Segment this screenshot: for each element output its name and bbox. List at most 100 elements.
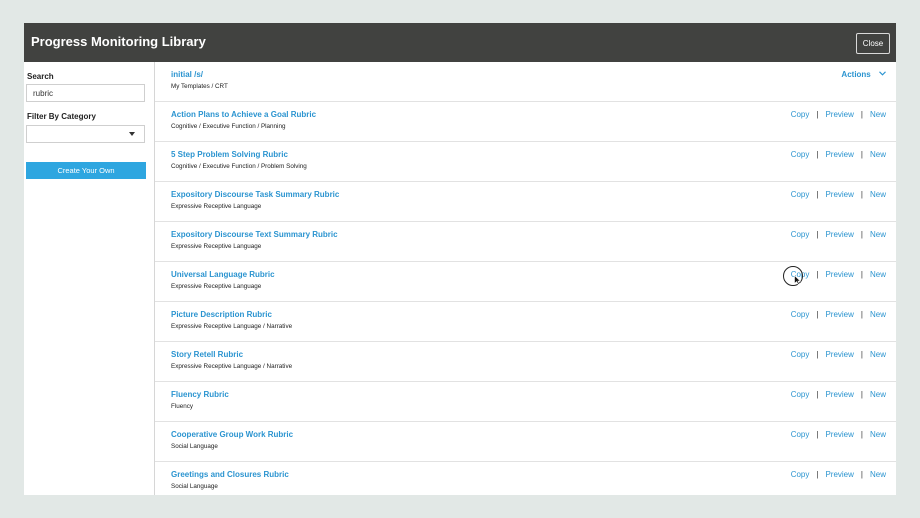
separator: | xyxy=(816,390,819,399)
template-category: Social Language xyxy=(171,483,218,490)
list-item: Expository Discourse Task Summary Rubric… xyxy=(155,182,896,222)
close-button[interactable]: Close xyxy=(856,33,890,54)
row-actions: Copy | Preview | New xyxy=(791,270,886,279)
template-name[interactable]: Cooperative Group Work Rubric xyxy=(171,430,293,439)
template-category: Expressive Receptive Language xyxy=(171,203,262,210)
row-actions: Copy | Preview | New xyxy=(791,390,886,399)
new-link[interactable]: New xyxy=(870,270,886,279)
list-item: Fluency Rubric Fluency Copy | Preview | New xyxy=(155,382,896,422)
template-name[interactable]: Expository Discourse Task Summary Rubric xyxy=(171,190,339,199)
new-link[interactable]: New xyxy=(870,430,886,439)
row-actions: Copy | Preview | New xyxy=(791,470,886,479)
copy-link[interactable]: Copy xyxy=(791,110,810,119)
separator: | xyxy=(816,310,819,319)
separator: | xyxy=(860,110,863,119)
preview-link[interactable]: Preview xyxy=(825,110,853,119)
preview-link[interactable]: Preview xyxy=(825,390,853,399)
separator: | xyxy=(860,470,863,479)
copy-link[interactable]: Copy xyxy=(791,350,810,359)
copy-link[interactable]: Copy xyxy=(791,470,810,479)
category-select[interactable] xyxy=(26,125,145,143)
filter-category-label: Filter By Category xyxy=(27,112,96,121)
template-category: Expressive Receptive Language xyxy=(171,243,262,250)
template-category: Fluency xyxy=(171,403,194,410)
new-link[interactable]: New xyxy=(870,110,886,119)
separator: | xyxy=(860,230,863,239)
template-category: Expressive Receptive Language / Narrativ… xyxy=(171,323,293,330)
separator: | xyxy=(816,150,819,159)
template-category: Expressive Receptive Language xyxy=(171,283,262,290)
template-name[interactable]: Universal Language Rubric xyxy=(171,270,275,279)
new-link[interactable]: New xyxy=(870,470,886,479)
actions-dropdown[interactable]: Actions xyxy=(841,70,886,79)
row-actions: Copy | Preview | New xyxy=(791,190,886,199)
separator: | xyxy=(816,270,819,279)
row-actions: Copy | Preview | New xyxy=(791,310,886,319)
separator: | xyxy=(816,430,819,439)
mouse-pointer-icon xyxy=(794,275,801,285)
create-your-own-button[interactable]: Create Your Own xyxy=(26,162,146,179)
copy-link[interactable]: Copy xyxy=(791,150,810,159)
preview-link[interactable]: Preview xyxy=(825,270,853,279)
template-name[interactable]: Story Retell Rubric xyxy=(171,350,243,359)
template-name[interactable]: Action Plans to Achieve a Goal Rubric xyxy=(171,110,316,119)
row-actions: Copy | Preview | New xyxy=(791,110,886,119)
separator: | xyxy=(860,350,863,359)
separator: | xyxy=(860,390,863,399)
template-name[interactable]: Fluency Rubric xyxy=(171,390,229,399)
chevron-down-icon xyxy=(879,71,886,76)
separator: | xyxy=(816,190,819,199)
separator: | xyxy=(860,430,863,439)
copy-link[interactable]: Copy xyxy=(791,310,810,319)
filter-sidebar: Search rubric Filter By Category Create … xyxy=(24,62,155,495)
preview-link[interactable]: Preview xyxy=(825,190,853,199)
template-category: Cognitive / Executive Function / Plannin… xyxy=(171,123,286,130)
preview-link[interactable]: Preview xyxy=(825,430,853,439)
list-item: Action Plans to Achieve a Goal Rubric Co… xyxy=(155,102,896,142)
copy-link[interactable]: Copy xyxy=(791,190,810,199)
separator: | xyxy=(860,190,863,199)
new-link[interactable]: New xyxy=(870,190,886,199)
new-link[interactable]: New xyxy=(870,310,886,319)
template-category: Social Language xyxy=(171,443,218,450)
list-item: Expository Discourse Text Summary Rubric… xyxy=(155,222,896,262)
search-label: Search xyxy=(27,72,54,81)
list-item: Story Retell Rubric Expressive Receptive… xyxy=(155,342,896,382)
preview-link[interactable]: Preview xyxy=(825,230,853,239)
modal-header: Progress Monitoring Library Close xyxy=(24,23,896,62)
list-item: Cooperative Group Work Rubric Social Lan… xyxy=(155,422,896,462)
separator: | xyxy=(860,310,863,319)
template-name[interactable]: initial /s/ xyxy=(171,70,203,79)
row-actions: Copy | Preview | New xyxy=(791,230,886,239)
template-name[interactable]: Picture Description Rubric xyxy=(171,310,272,319)
separator: | xyxy=(860,270,863,279)
template-name[interactable]: Expository Discourse Text Summary Rubric xyxy=(171,230,338,239)
preview-link[interactable]: Preview xyxy=(825,350,853,359)
copy-link[interactable]: Copy xyxy=(791,390,810,399)
preview-link[interactable]: Preview xyxy=(825,150,853,159)
search-input[interactable]: rubric xyxy=(26,84,145,102)
copy-link[interactable]: Copy xyxy=(791,430,810,439)
row-actions: Copy | Preview | New xyxy=(791,150,886,159)
separator: | xyxy=(816,110,819,119)
template-category: My Templates / CRT xyxy=(171,83,228,90)
preview-link[interactable]: Preview xyxy=(825,310,853,319)
row-actions: Copy | Preview | New xyxy=(791,350,886,359)
list-item: 5 Step Problem Solving Rubric Cognitive … xyxy=(155,142,896,182)
new-link[interactable]: New xyxy=(870,150,886,159)
copy-link[interactable]: Copy xyxy=(791,230,810,239)
separator: | xyxy=(816,350,819,359)
actions-label: Actions xyxy=(841,70,871,79)
caret-down-icon xyxy=(129,132,135,136)
separator: | xyxy=(860,150,863,159)
new-link[interactable]: New xyxy=(870,350,886,359)
list-item: Greetings and Closures Rubric Social Lan… xyxy=(155,462,896,495)
template-name[interactable]: 5 Step Problem Solving Rubric xyxy=(171,150,288,159)
template-name[interactable]: Greetings and Closures Rubric xyxy=(171,470,289,479)
progress-monitoring-modal: Progress Monitoring Library Close Search… xyxy=(24,23,896,495)
new-link[interactable]: New xyxy=(870,230,886,239)
new-link[interactable]: New xyxy=(870,390,886,399)
separator: | xyxy=(816,230,819,239)
preview-link[interactable]: Preview xyxy=(825,470,853,479)
separator: | xyxy=(816,470,819,479)
